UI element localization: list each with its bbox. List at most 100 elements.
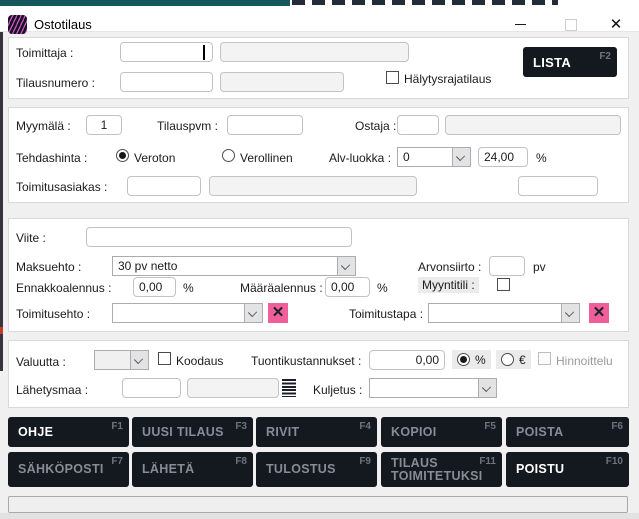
myyntitili-label: Myyntitili : — [418, 277, 479, 293]
chevron-down-icon — [452, 148, 470, 166]
close-button[interactable]: ✕ — [601, 14, 631, 35]
toimitusasiakas-code-input[interactable] — [127, 176, 201, 196]
chevron-down-icon — [130, 351, 148, 369]
lista-fkey: F2 — [599, 50, 611, 63]
lahetysmaa-name-field — [187, 378, 279, 398]
maksuehto-select[interactable]: 30 pv netto — [112, 256, 356, 276]
hinnoittelu-checkbox — [538, 352, 551, 365]
toimitustapa-select[interactable] — [428, 303, 580, 323]
maaraalennus-label: Määräalennus : — [240, 281, 323, 295]
button-fkey: F4 — [359, 420, 371, 433]
country-list-icon[interactable] — [282, 379, 296, 397]
button-label: POISTA — [516, 426, 563, 439]
button-label: UUSI TILAUS — [142, 426, 224, 439]
veroton-radio[interactable] — [116, 149, 129, 162]
button-fkey: F11 — [479, 455, 496, 468]
halytysrajatilaus-label: Hälytysrajatilaus — [404, 72, 491, 86]
ostaja-label: Ostaja : — [355, 119, 396, 133]
minimize-button[interactable] — [505, 14, 535, 35]
button-fkey: F3 — [235, 420, 247, 433]
percent-radio-icon — [457, 353, 470, 366]
poistu-button[interactable]: POISTUF10 — [506, 452, 629, 487]
viite-input[interactable] — [86, 227, 352, 247]
lahetysmaa-code-input[interactable] — [122, 378, 181, 398]
tilaus-toimitetuksi-button[interactable]: TILAUS TOIMITETUKSIF11 — [381, 452, 502, 487]
uusi-tilaus-button[interactable]: UUSI TILAUS F3 — [132, 417, 253, 447]
lista-button[interactable]: LISTA F2 — [523, 47, 617, 77]
toimittaja-code-input[interactable] — [120, 42, 213, 62]
toimitusasiakas-extra-input[interactable] — [518, 176, 598, 196]
tuontikustannukset-input[interactable] — [369, 350, 445, 370]
tilauspvm-input[interactable] — [227, 115, 303, 135]
maximize-icon — [565, 19, 577, 31]
button-label: POISTU — [516, 463, 564, 476]
myyntitili-checkbox[interactable] — [497, 278, 510, 291]
button-fkey: F8 — [235, 455, 247, 468]
button-label: SÄHKÖPOSTI — [18, 463, 104, 476]
button-fkey: F7 — [111, 455, 123, 468]
maksuehto-label: Maksuehto : — [16, 260, 81, 274]
background-window-edge — [0, 6, 3, 371]
arvonsiirto-unit-label: pv — [533, 260, 546, 274]
valuutta-select — [94, 350, 149, 370]
ostaja-name-field — [445, 115, 621, 135]
ennakkoalennus-label: Ennakkoalennus : — [16, 281, 111, 295]
halytysrajatilaus-checkbox[interactable] — [386, 71, 399, 84]
clear-x-icon: ✕ — [272, 304, 285, 321]
button-label: TILAUS TOIMITETUKSI — [391, 457, 483, 483]
maaraalennus-input[interactable] — [325, 277, 370, 297]
alv-percent-sign: % — [536, 151, 547, 165]
tilausnumero-input[interactable] — [120, 72, 213, 92]
rivit-button[interactable]: RIVITF4 — [256, 417, 377, 447]
toimitusehto-clear-button[interactable]: ✕ — [268, 303, 288, 323]
viite-label: Viite : — [16, 231, 46, 245]
myymala-input[interactable] — [86, 115, 122, 135]
verollinen-radio[interactable] — [222, 149, 235, 162]
laheta-button[interactable]: LÄHETÄF8 — [132, 452, 253, 487]
clear-x-icon: ✕ — [593, 304, 606, 321]
button-label: TULOSTUS — [266, 463, 336, 476]
kuljetus-label: Kuljetus : — [313, 383, 362, 397]
koodaus-checkbox[interactable] — [158, 352, 171, 365]
text-caret — [203, 45, 205, 60]
toimittaja-name-field — [220, 42, 409, 62]
lista-button-label: LISTA — [533, 56, 571, 69]
toimitusehto-label: Toimitusehto : — [16, 307, 90, 321]
ohje-button[interactable]: OHJEF1 — [8, 417, 129, 447]
kopioi-button[interactable]: KOPIOIF5 — [381, 417, 502, 447]
title-bar: Ostotilaus ✕ — [0, 6, 639, 32]
ostaja-code-input[interactable] — [397, 115, 439, 135]
toimitustapa-label: Toimitustapa : — [349, 307, 423, 321]
percent-radio-label: % — [475, 353, 486, 367]
ennakkoalennus-input[interactable] — [133, 277, 176, 297]
maximize-button — [556, 14, 586, 35]
kuljetus-select[interactable] — [369, 378, 497, 398]
button-fkey: F9 — [359, 455, 371, 468]
tuonti-percent-radio[interactable]: % — [452, 350, 491, 369]
poista-button[interactable]: POISTAF6 — [506, 417, 629, 447]
close-icon: ✕ — [610, 17, 623, 32]
toimittaja-label: Toimittaja : — [16, 46, 73, 60]
arvonsiirto-input[interactable] — [489, 256, 525, 276]
maksuehto-value: 30 pv netto — [118, 259, 177, 273]
button-fkey: F5 — [484, 420, 496, 433]
hinnoittelu-label: Hinnoittelu — [556, 354, 613, 368]
window-bottom-edge — [0, 513, 639, 519]
toimitusehto-select[interactable] — [112, 303, 263, 323]
button-fkey: F1 — [111, 420, 123, 433]
alv-percent-input[interactable] — [478, 147, 528, 167]
chevron-down-icon — [244, 304, 262, 322]
toimitustapa-clear-button[interactable]: ✕ — [589, 303, 609, 323]
chevron-down-icon — [337, 257, 355, 275]
toimitusasiakas-label: Toimitusasiakas : — [16, 180, 107, 194]
valuutta-label: Valuutta : — [16, 355, 66, 369]
tuontikustannukset-label: Tuontikustannukset : — [251, 354, 361, 368]
window-title: Ostotilaus — [34, 17, 92, 32]
tuonti-euro-radio[interactable]: € — [496, 350, 531, 369]
koodaus-label: Koodaus — [176, 354, 223, 368]
tulostus-button[interactable]: TULOSTUS F9 — [256, 452, 377, 487]
tilauspvm-label: Tilauspvm : — [157, 119, 218, 133]
sahkoposti-button[interactable]: SÄHKÖPOSTI F7 — [8, 452, 129, 487]
alv-luokka-select[interactable]: 0 — [397, 147, 471, 167]
alv-luokka-value: 0 — [403, 150, 410, 164]
